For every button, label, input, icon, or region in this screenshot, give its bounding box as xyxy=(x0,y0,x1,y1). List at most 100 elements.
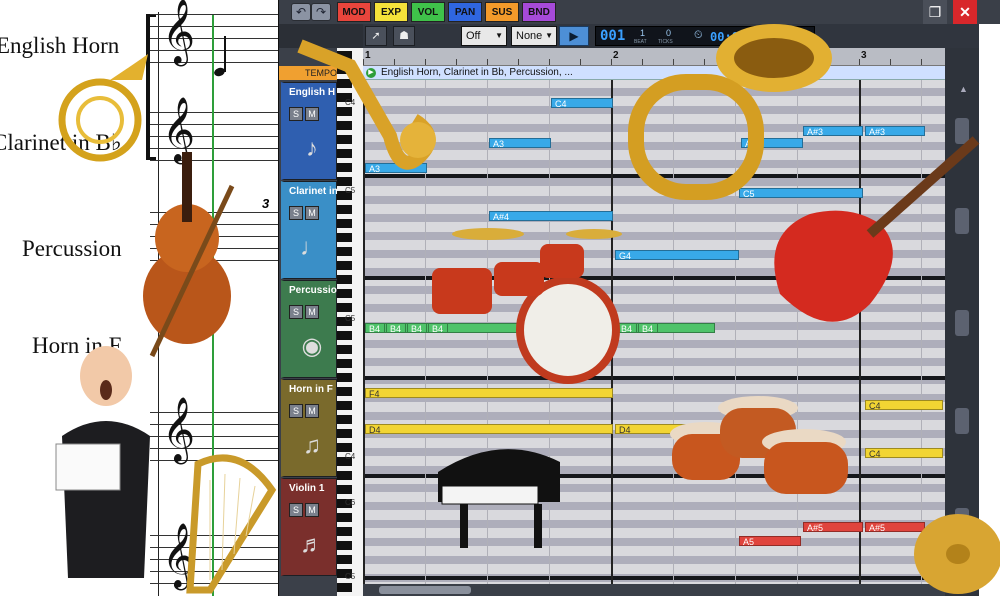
black-key[interactable] xyxy=(337,219,352,228)
row-stripe xyxy=(363,556,945,564)
instrument-icon: ◉ xyxy=(301,333,323,360)
treble-clef-icon: 𝄞 xyxy=(162,0,196,64)
scroll-thumb[interactable] xyxy=(955,408,969,434)
electric-guitar-icon xyxy=(774,136,980,322)
harp-icon xyxy=(186,454,277,594)
black-key[interactable] xyxy=(337,583,352,592)
black-key[interactable] xyxy=(337,261,352,270)
track-name: Percussion xyxy=(289,285,337,296)
black-key[interactable] xyxy=(337,541,352,550)
black-key[interactable] xyxy=(337,527,352,536)
ruler-tick xyxy=(518,59,519,65)
solo-button[interactable]: S xyxy=(289,404,303,418)
solo-button[interactable]: S xyxy=(289,305,303,319)
midi-note[interactable]: A3 xyxy=(489,138,551,148)
track-separator xyxy=(363,576,945,580)
instrument-icon: ♫ xyxy=(303,432,321,459)
midi-note[interactable]: B4 xyxy=(638,323,658,333)
mute-button[interactable]: M xyxy=(305,503,319,517)
black-key[interactable] xyxy=(337,555,352,564)
lane-tab-bnd[interactable]: BND xyxy=(522,2,556,22)
track-name: Violin 1 xyxy=(289,483,325,494)
saxophone-icon xyxy=(297,39,436,170)
midi-note[interactable]: C4 xyxy=(551,98,613,108)
black-key[interactable] xyxy=(337,345,352,354)
bar-marker: 3 xyxy=(861,50,867,61)
midi-note[interactable]: B4 xyxy=(365,323,385,333)
chevron-down-icon: ▼ xyxy=(545,31,553,40)
solo-button[interactable]: S xyxy=(289,503,303,517)
lane-tab-sus[interactable]: SUS xyxy=(485,2,519,22)
ruler-tick xyxy=(456,59,457,65)
black-key[interactable] xyxy=(337,331,352,340)
track-header[interactable]: Violin 1 S M ♬ xyxy=(281,478,337,576)
midi-note[interactable]: C4 xyxy=(865,400,943,410)
black-key[interactable] xyxy=(337,513,352,522)
note-stem xyxy=(224,36,226,72)
black-key[interactable] xyxy=(337,247,352,256)
track-header[interactable]: Horn in F S M ♫ xyxy=(281,379,337,477)
ruler-tick xyxy=(580,59,581,65)
lane-tab-vol[interactable]: VOL xyxy=(411,2,445,22)
key-label: C5 xyxy=(345,314,356,323)
play-button[interactable]: ▶ xyxy=(559,26,589,46)
black-key[interactable] xyxy=(337,373,352,382)
black-key[interactable] xyxy=(337,471,352,480)
ruler-tick xyxy=(487,59,488,65)
lane-tab-mod[interactable]: MOD xyxy=(337,2,371,22)
snap-select[interactable]: Off ▼ xyxy=(461,26,507,46)
track-header[interactable]: Percussion SM ◉ xyxy=(281,280,337,378)
key-label: C4 xyxy=(345,452,356,461)
black-key[interactable] xyxy=(337,415,352,424)
mute-button[interactable]: M xyxy=(305,404,319,418)
close-icon[interactable]: ✕ xyxy=(953,0,977,24)
black-key[interactable] xyxy=(337,275,352,284)
ruler-tick xyxy=(859,59,860,65)
ruler-tick xyxy=(611,59,612,65)
midi-note[interactable]: A5 xyxy=(739,536,801,546)
scroll-up-icon[interactable]: ▲ xyxy=(959,84,968,94)
instrument-icon: ♬ xyxy=(300,531,324,558)
black-key[interactable] xyxy=(337,443,352,452)
undo-icon[interactable]: ↶ xyxy=(291,3,311,21)
track-name: Clarinet in xyxy=(289,186,337,197)
black-key[interactable] xyxy=(337,289,352,298)
black-key[interactable] xyxy=(337,205,352,214)
black-key[interactable] xyxy=(337,485,352,494)
scroll-thumb[interactable] xyxy=(379,586,471,594)
black-key[interactable] xyxy=(337,429,352,438)
grand-piano-icon xyxy=(438,449,560,548)
solo-button[interactable]: S xyxy=(289,206,303,220)
mute-button[interactable]: M xyxy=(305,305,319,319)
lane-tab-pan[interactable]: PAN xyxy=(448,2,482,22)
horizontal-scrollbar[interactable] xyxy=(363,584,945,596)
key-label: C5 xyxy=(345,572,356,581)
track-name: Horn in F xyxy=(289,384,333,395)
redo-icon[interactable]: ↷ xyxy=(311,3,331,21)
choir-singer-icon xyxy=(55,346,150,578)
ruler-tick xyxy=(549,59,550,65)
lane-tab-exp[interactable]: EXP xyxy=(374,2,408,22)
mute-button[interactable]: M xyxy=(305,206,319,220)
midi-note[interactable]: C4 xyxy=(865,448,943,458)
black-key[interactable] xyxy=(337,303,352,312)
midi-note[interactable]: B4 xyxy=(386,323,406,333)
track-header[interactable]: Clarinet in S M ♩ xyxy=(281,181,337,279)
violin-icon xyxy=(143,152,235,358)
quantize-select[interactable]: None ▼ xyxy=(511,26,557,46)
ruler-tick xyxy=(890,59,891,65)
score-label: Percussion xyxy=(22,236,122,261)
tuplet-number: 3 xyxy=(262,196,270,211)
chevron-down-icon: ▼ xyxy=(495,31,503,40)
drum-kit-icon xyxy=(432,228,622,384)
black-key[interactable] xyxy=(337,359,352,368)
black-key[interactable] xyxy=(337,401,352,410)
midi-note[interactable]: G4 xyxy=(615,250,739,260)
ruler-tick xyxy=(921,59,922,65)
midi-note[interactable]: B4 xyxy=(407,323,427,333)
black-key[interactable] xyxy=(337,387,352,396)
key-label: C5 xyxy=(345,186,356,195)
restore-icon[interactable]: ❐ xyxy=(923,0,947,24)
bar-number: 001 xyxy=(600,28,626,44)
black-key[interactable] xyxy=(337,233,352,242)
